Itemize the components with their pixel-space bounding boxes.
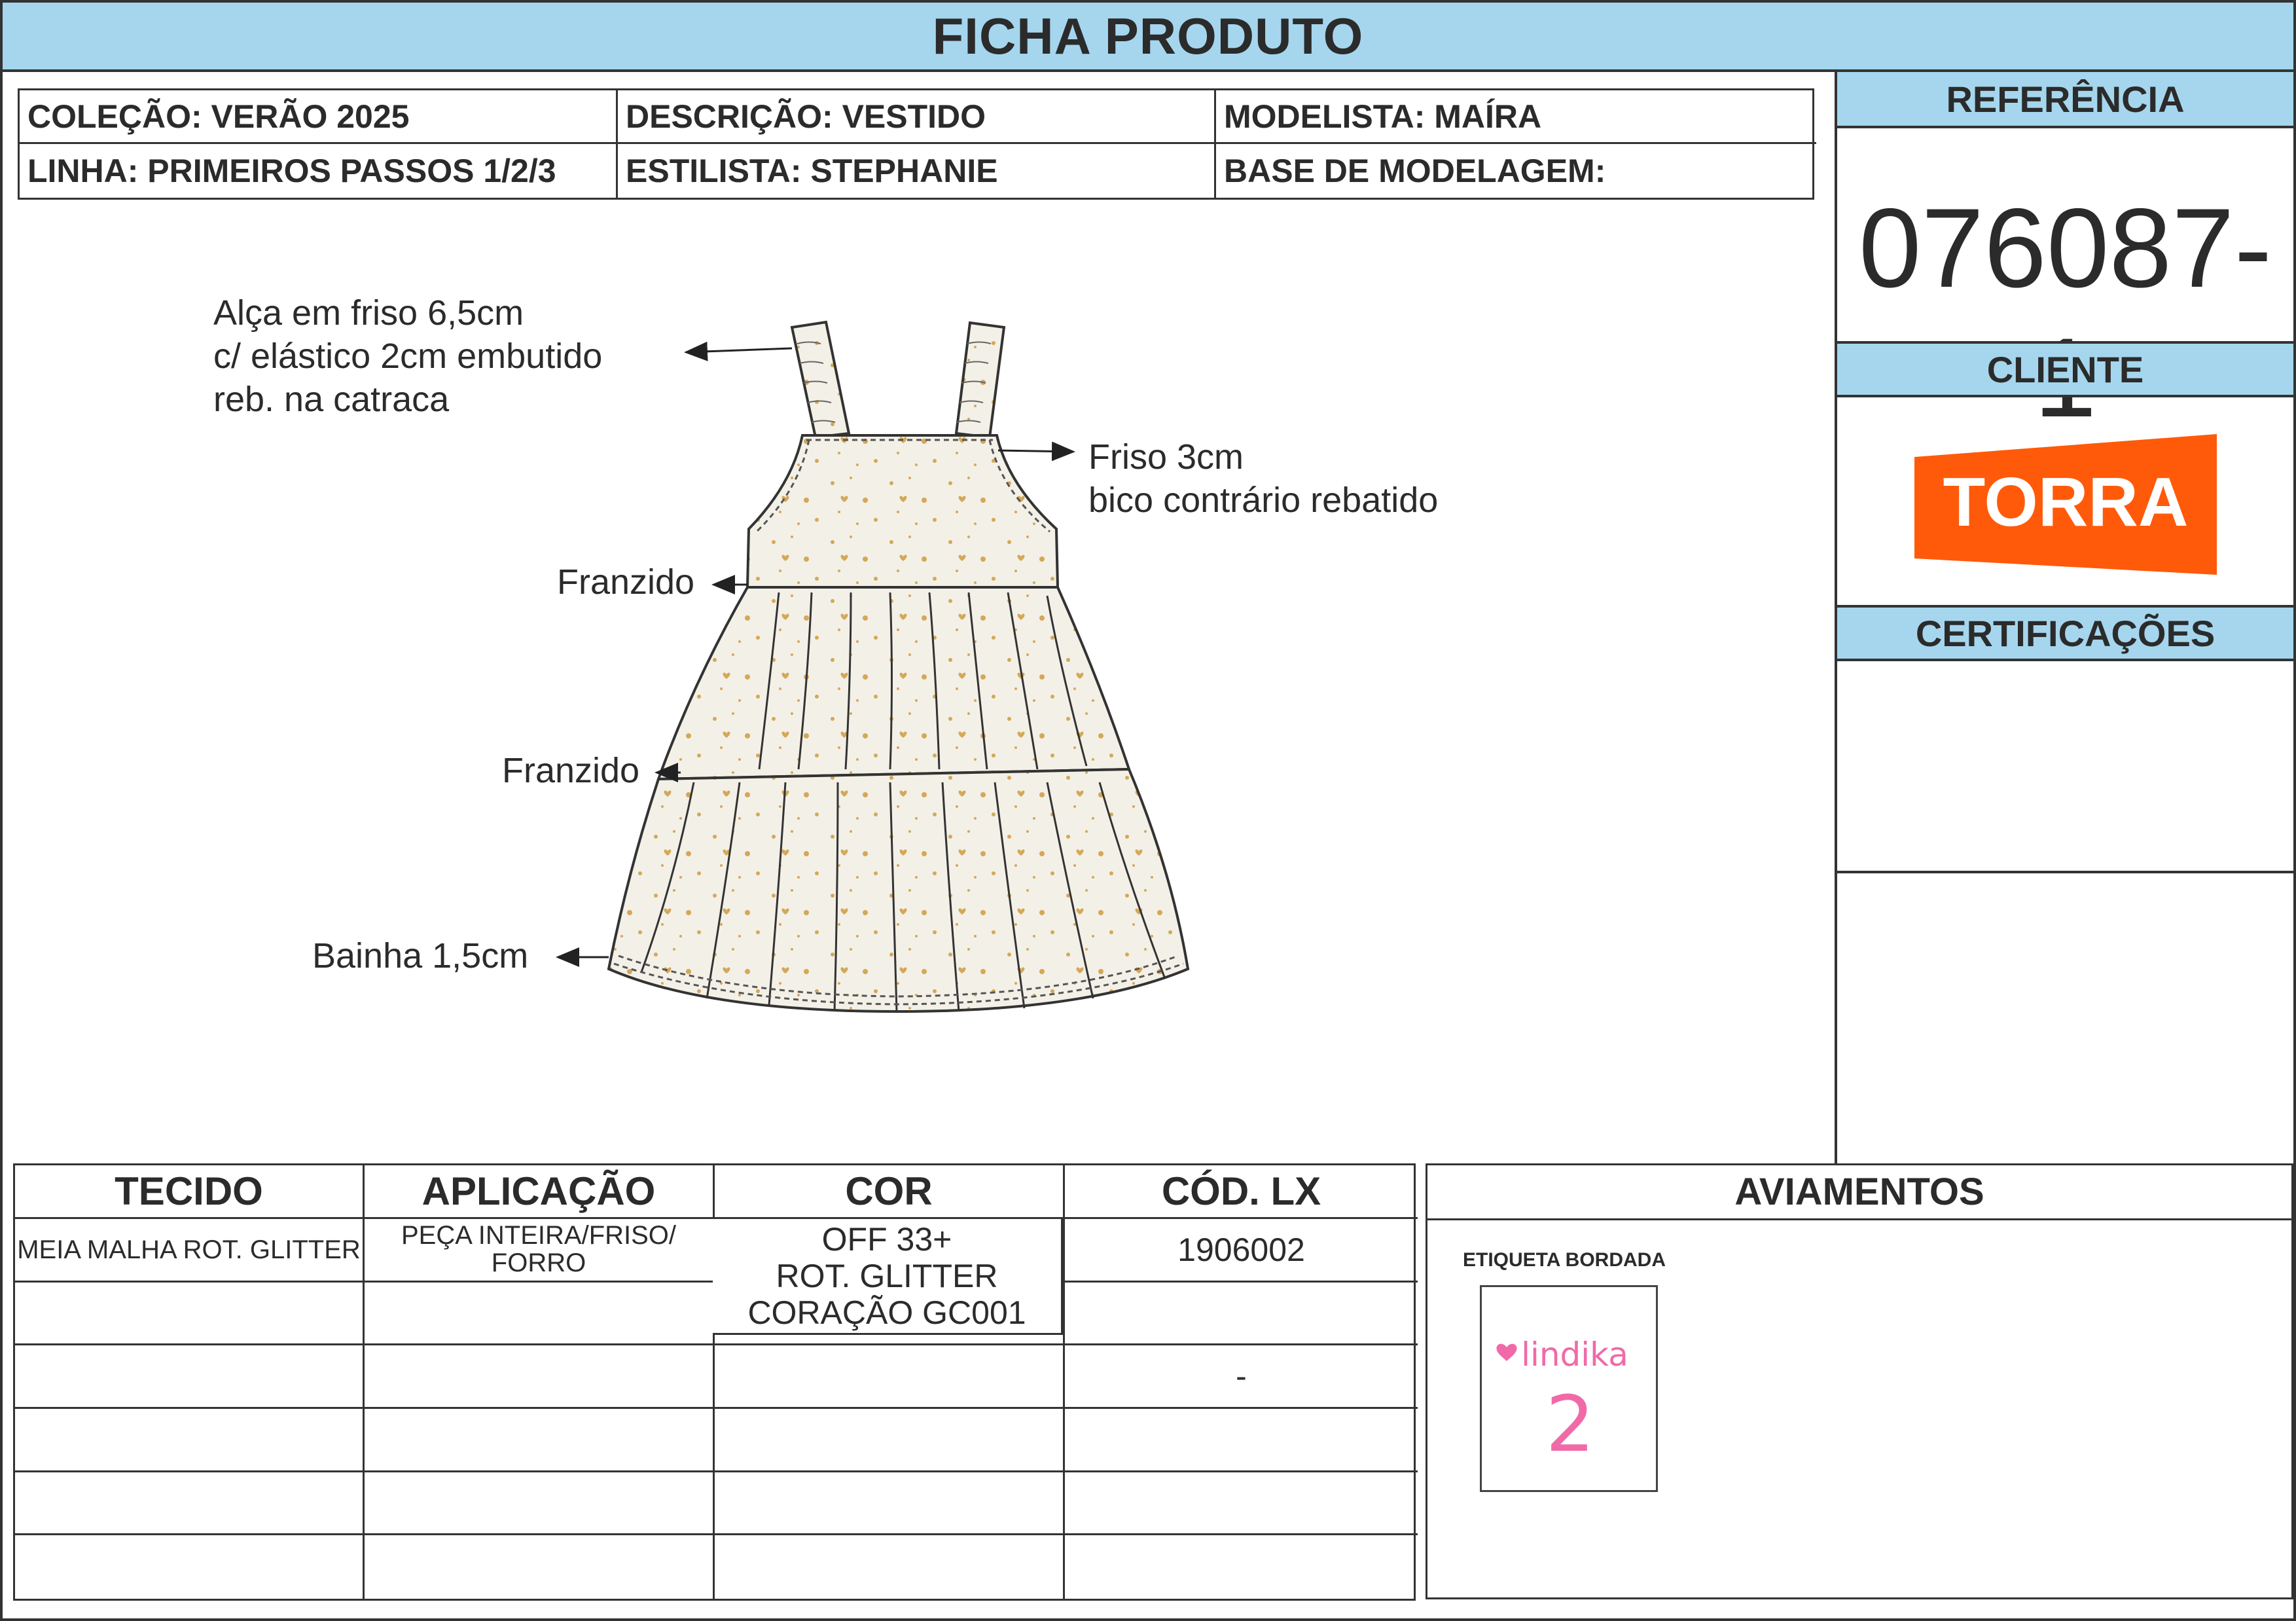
info-table: COLEÇÃO: VERÃO 2025 DESCRIÇÃO: VESTIDO M… bbox=[18, 88, 1816, 200]
header-cod-lx: CÓD. LX bbox=[1065, 1165, 1418, 1219]
divider bbox=[1837, 871, 2293, 873]
header-tecido: TECIDO bbox=[15, 1165, 365, 1219]
cell-cod-lx bbox=[1065, 1283, 1418, 1346]
annotation-friso: Friso 3cm bico contrário rebatido bbox=[1088, 435, 1438, 522]
technical-drawing: Alça em friso 6,5cm c/ elástico 2cm embu… bbox=[0, 209, 1833, 1061]
cliente-header: CLIENTE bbox=[1837, 341, 2293, 397]
etiqueta-label: ETIQUETA BORDADA bbox=[1463, 1249, 1666, 1271]
annotation-line: bico contrário rebatido bbox=[1088, 481, 1439, 520]
cor-value: OFF 33+ ROT. GLITTER CORAÇÃO GC001 bbox=[713, 1219, 1063, 1335]
cell-cod-lx bbox=[1065, 1409, 1418, 1472]
info-descricao: DESCRIÇÃO: VESTIDO bbox=[618, 90, 1216, 144]
cell-aplicacao bbox=[365, 1408, 715, 1472]
cell-cor bbox=[715, 1472, 1065, 1536]
cell-tecido bbox=[15, 1408, 365, 1472]
cell-cod-lx bbox=[1065, 1535, 1418, 1599]
certificacoes-header: CERTIFICAÇÕES bbox=[1837, 605, 2293, 661]
cor-line: CORAÇÃO GC001 bbox=[747, 1294, 1026, 1331]
cell-cod-lx bbox=[1065, 1472, 1418, 1536]
cell-cor bbox=[715, 1408, 1065, 1472]
annotation-line: Friso 3cm bbox=[1088, 437, 1244, 477]
header-cor: COR bbox=[715, 1165, 1065, 1219]
cor-line: ROT. GLITTER bbox=[776, 1258, 998, 1294]
cell-aplicacao: PEÇA INTEIRA/FRISO/ FORRO bbox=[365, 1219, 715, 1283]
info-linha: LINHA: PRIMEIROS PASSOS 1/2/3 bbox=[20, 144, 618, 198]
annotation-franzido-2: Franzido bbox=[502, 751, 640, 790]
lindika-label-art: lindika 2 bbox=[1496, 1336, 1628, 1469]
aviamentos-panel: AVIAMENTOS ETIQUETA BORDADA lindika 2 bbox=[1426, 1163, 2293, 1599]
cell-tecido: MEIA MALHA ROT. GLITTER bbox=[15, 1219, 365, 1283]
annotation-franzido-1: Franzido bbox=[557, 562, 695, 602]
referencia-header: REFERÊNCIA bbox=[1837, 72, 2293, 128]
svg-text:2: 2 bbox=[1545, 1379, 1594, 1469]
annotation-alca: Alça em friso 6,5cm c/ elástico 2cm embu… bbox=[213, 291, 602, 421]
annotation-line: c/ elástico 2cm embutido bbox=[213, 337, 603, 376]
cell-aplicacao bbox=[365, 1282, 715, 1346]
cell-tecido bbox=[15, 1345, 365, 1409]
cell-cor bbox=[715, 1345, 1065, 1409]
torra-logo: TORRA bbox=[1914, 434, 2217, 575]
svg-text:lindika: lindika bbox=[1521, 1336, 1628, 1374]
cell-aplicacao bbox=[365, 1535, 715, 1599]
info-base-modelagem: BASE DE MODELAGEM: bbox=[1224, 153, 1606, 189]
annotation-line: reb. na catraca bbox=[213, 380, 450, 419]
cell-cod-lx: 1906002 bbox=[1065, 1219, 1418, 1283]
svg-text:TORRA: TORRA bbox=[1943, 464, 2189, 541]
info-colecao: COLEÇÃO: VERÃO 2025 bbox=[20, 90, 618, 144]
cell-aplicacao bbox=[365, 1472, 715, 1536]
annotation-line: Alça em friso 6,5cm bbox=[213, 293, 524, 333]
title-bar: FICHA PRODUTO bbox=[3, 3, 2293, 72]
embroidered-label-image: lindika 2 bbox=[1480, 1285, 1658, 1492]
cell-tecido bbox=[15, 1282, 365, 1346]
cell-cor bbox=[715, 1535, 1065, 1599]
right-column: REFERÊNCIA 076087-1 CLIENTE TORRA CERTIF… bbox=[1835, 72, 2293, 1163]
header-aplicacao: APLICAÇÃO bbox=[365, 1165, 715, 1219]
referencia-value: 076087-1 bbox=[1858, 185, 2272, 441]
annotation-bainha: Bainha 1,5cm bbox=[312, 936, 529, 975]
page-title: FICHA PRODUTO bbox=[932, 7, 1364, 65]
cell-tecido bbox=[15, 1535, 365, 1599]
cell-cod-lx: - bbox=[1065, 1345, 1418, 1409]
info-modelista: MODELISTA: MAÍRA bbox=[1216, 90, 1816, 144]
cor-line: OFF 33+ bbox=[821, 1221, 952, 1258]
info-estilista: ESTILISTA: STEPHANIE bbox=[618, 144, 1216, 198]
cell-aplicacao bbox=[365, 1345, 715, 1409]
aviamentos-title: AVIAMENTOS bbox=[1427, 1165, 2291, 1220]
cell-tecido bbox=[15, 1472, 365, 1536]
